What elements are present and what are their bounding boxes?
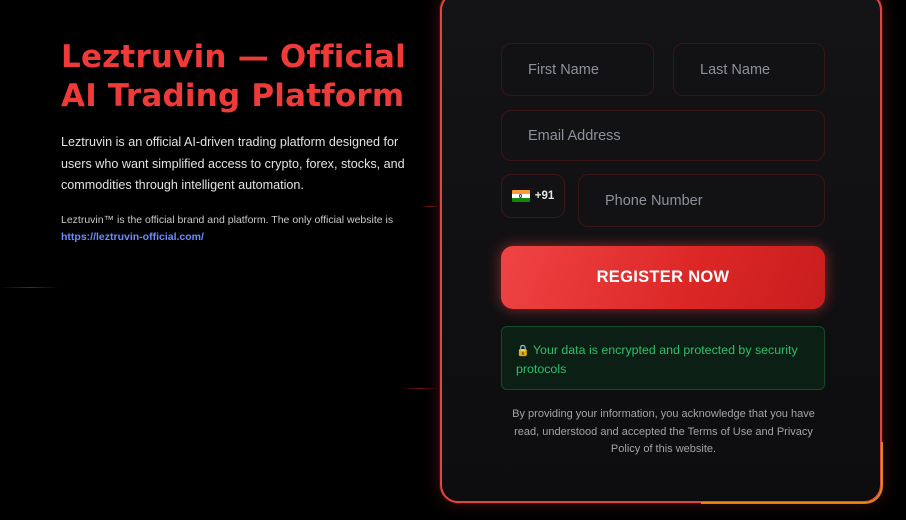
register-button[interactable]: REGISTER NOW [501, 246, 825, 309]
security-notice: 🔒 Your data is encrypted and protected b… [501, 326, 825, 390]
country-code-label: +91 [534, 190, 555, 202]
official-site-note: Leztruvin™ is the official brand and pla… [61, 212, 421, 245]
lock-icon: 🔒 [516, 345, 530, 357]
last-name-field[interactable] [673, 43, 825, 96]
last-name-input[interactable] [700, 61, 824, 78]
security-notice-text: Your data is encrypted and protected by … [516, 343, 798, 376]
consent-text: By providing your information, you ackno… [512, 408, 815, 455]
first-name-input[interactable] [528, 61, 653, 78]
page-title: Leztruvin — Official AI Trading Platform [61, 39, 406, 114]
hero-description: Leztruvin is an official AI-driven tradi… [61, 135, 405, 192]
phone-field[interactable] [578, 174, 825, 227]
decor-line [420, 206, 440, 207]
india-flag-icon [511, 190, 530, 202]
email-input[interactable] [528, 127, 824, 144]
official-note-text: Leztruvin™ is the official brand and pla… [61, 214, 394, 226]
official-website-link[interactable]: https://leztruvin-official.com/ [61, 231, 204, 243]
first-name-field[interactable] [501, 43, 654, 96]
decor-line [400, 388, 440, 389]
decor-line [0, 287, 60, 288]
email-field[interactable] [501, 110, 825, 161]
country-code-selector[interactable]: +91 [501, 174, 565, 218]
phone-input[interactable] [605, 192, 824, 209]
